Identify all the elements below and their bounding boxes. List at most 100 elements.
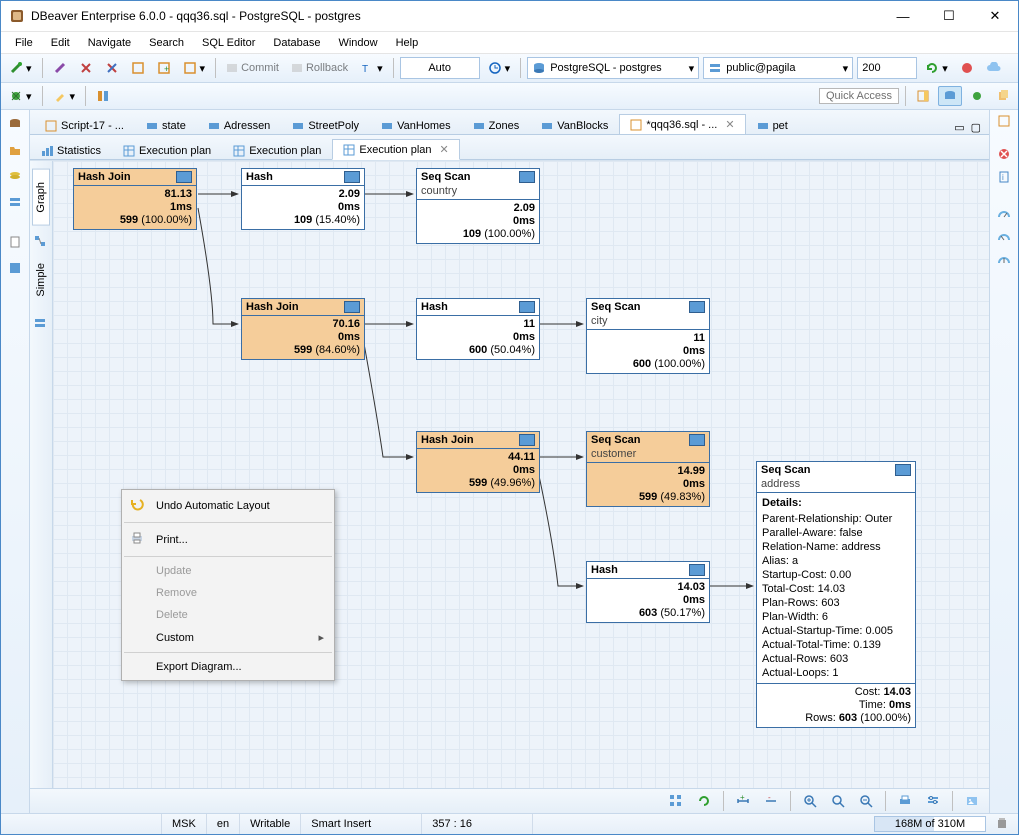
node-hashjoin-1[interactable]: Hash Join 81.131ms599 (100.00%) bbox=[73, 168, 197, 230]
nav-doc-icon[interactable] bbox=[5, 232, 25, 252]
ctx-update: Update bbox=[122, 560, 334, 582]
svg-text:+: + bbox=[164, 64, 169, 74]
commit-button[interactable]: Commit bbox=[222, 60, 283, 76]
nav-db-icon[interactable] bbox=[5, 114, 25, 134]
perspective-db-icon[interactable] bbox=[938, 86, 962, 106]
menu-window[interactable]: Window bbox=[330, 35, 385, 51]
rs-icon-1[interactable] bbox=[997, 114, 1011, 131]
tab-vanblocks[interactable]: VanBlocks bbox=[530, 116, 619, 135]
fit-height-icon[interactable]: - bbox=[760, 792, 782, 810]
rs-info-icon[interactable]: i bbox=[997, 170, 1011, 187]
zoom-in-icon[interactable] bbox=[799, 792, 821, 810]
debug-icon[interactable]: ▾ bbox=[5, 87, 36, 105]
plan-canvas[interactable]: Hash Join 81.131ms599 (100.00%) Hash 2.0… bbox=[53, 161, 989, 788]
node-hash-3[interactable]: Hash 14.030ms603 (50.17%) bbox=[586, 561, 710, 623]
new-connection-icon[interactable]: ▾ bbox=[5, 59, 36, 77]
tab-script-17[interactable]: Script-17 - ... bbox=[34, 116, 135, 135]
fit-width-icon[interactable]: + bbox=[732, 792, 754, 810]
ctx-undo-layout[interactable]: Undo Automatic Layout bbox=[122, 492, 334, 519]
print-diagram-icon[interactable] bbox=[894, 792, 916, 810]
rs-gauge2-icon[interactable] bbox=[997, 230, 1011, 247]
subtab-execplan-2[interactable]: Execution plan bbox=[222, 141, 332, 160]
disconnect-icon[interactable] bbox=[75, 59, 97, 77]
subtab-execplan-1[interactable]: Execution plan bbox=[112, 141, 222, 160]
ctx-print[interactable]: Print... bbox=[122, 526, 334, 553]
quick-access-field[interactable]: Quick Access bbox=[819, 88, 899, 104]
menu-navigate[interactable]: Navigate bbox=[80, 35, 139, 51]
rs-gauge1-icon[interactable] bbox=[997, 207, 1011, 224]
subtab-execplan-active[interactable]: Execution plan✕ bbox=[332, 139, 459, 160]
node-seqscan-city[interactable]: Seq Scan city 110ms600 (100.00%) bbox=[586, 298, 710, 374]
tab-close-icon[interactable]: ✕ bbox=[725, 118, 734, 131]
minimize-button[interactable]: ― bbox=[880, 1, 926, 31]
node-hashjoin-2[interactable]: Hash Join 70.160ms599 (84.60%) bbox=[241, 298, 365, 360]
rs-error-icon[interactable] bbox=[997, 147, 1011, 164]
node-seqscan-address[interactable]: Seq Scan address Details: Parent-Relatio… bbox=[756, 461, 916, 728]
toggle-icon[interactable] bbox=[92, 87, 114, 105]
perspective-debug-icon[interactable] bbox=[966, 87, 988, 105]
export-image-icon[interactable] bbox=[961, 792, 983, 810]
tab-pet[interactable]: pet bbox=[746, 116, 799, 135]
maximize-button[interactable]: ☐ bbox=[926, 1, 972, 31]
gc-icon[interactable] bbox=[996, 816, 1008, 833]
nav-window-icon[interactable] bbox=[5, 258, 25, 278]
schema-combo[interactable]: public@pagila▾ bbox=[703, 57, 853, 79]
node-seqscan-country[interactable]: Seq Scan country 2.090ms109 (100.00%) bbox=[416, 168, 540, 244]
stop-icon[interactable] bbox=[956, 59, 978, 77]
rollback-button[interactable]: Rollback bbox=[287, 60, 352, 76]
node-hashjoin-3[interactable]: Hash Join 44.110ms599 (49.96%) bbox=[416, 431, 540, 493]
perspective-copy-icon[interactable] bbox=[992, 87, 1014, 105]
tx-mode-icon[interactable]: T▾ bbox=[356, 59, 387, 77]
ctx-export-diagram[interactable]: Export Diagram... bbox=[122, 656, 334, 678]
datasource-combo[interactable]: PostgreSQL - postgres▾ bbox=[527, 57, 699, 79]
menu-help[interactable]: Help bbox=[388, 35, 427, 51]
minimize-view-icon[interactable]: ▭ bbox=[954, 121, 964, 134]
ctx-custom[interactable]: Custom▸ bbox=[122, 626, 334, 649]
menu-edit[interactable]: Edit bbox=[43, 35, 78, 51]
tx-log-icon[interactable]: ▾ bbox=[484, 59, 515, 77]
invalidate-icon[interactable] bbox=[101, 59, 123, 77]
zoom-out-icon[interactable] bbox=[855, 792, 877, 810]
tab-adressen[interactable]: Adressen bbox=[197, 116, 281, 135]
settings-icon[interactable] bbox=[922, 792, 944, 810]
context-menu: Undo Automatic Layout Print... Update Re… bbox=[121, 489, 335, 681]
commit-mode-combo[interactable]: Auto bbox=[400, 57, 480, 79]
graph-mode-icon bbox=[33, 234, 49, 250]
nav-projects-icon[interactable] bbox=[5, 140, 25, 160]
tab-streetpoly[interactable]: StreetPoly bbox=[281, 116, 370, 135]
sql-editor-new-icon[interactable]: + bbox=[153, 59, 175, 77]
menu-sql-editor[interactable]: SQL Editor bbox=[194, 35, 263, 51]
subtab-statistics[interactable]: Statistics bbox=[30, 141, 112, 160]
menu-file[interactable]: File bbox=[7, 35, 41, 51]
toggle-grid-icon[interactable] bbox=[665, 792, 687, 810]
maximize-view-icon[interactable]: ▢ bbox=[971, 121, 981, 134]
vtab-simple[interactable]: Simple bbox=[32, 250, 50, 310]
nav-coins-icon[interactable] bbox=[5, 166, 25, 186]
memory-indicator[interactable]: 168M of 310M bbox=[874, 816, 986, 832]
cloud-icon[interactable] bbox=[982, 60, 1006, 76]
tab-state[interactable]: state bbox=[135, 116, 197, 135]
table-icon bbox=[176, 171, 192, 183]
recent-sql-icon[interactable]: ▾ bbox=[179, 59, 210, 77]
tab-zones[interactable]: Zones bbox=[462, 116, 531, 135]
connect-icon[interactable] bbox=[49, 59, 71, 77]
rs-gauge3-icon[interactable] bbox=[997, 253, 1011, 270]
subtab-close-icon[interactable]: ✕ bbox=[440, 143, 449, 156]
refresh-diagram-icon[interactable] bbox=[693, 792, 715, 810]
tab-qqq36[interactable]: *qqq36.sql - ...✕ bbox=[619, 114, 745, 135]
node-hash-1[interactable]: Hash 2.090ms109 (15.40%) bbox=[241, 168, 365, 230]
vtab-graph[interactable]: Graph bbox=[32, 169, 50, 226]
node-hash-2[interactable]: Hash 110ms600 (50.04%) bbox=[416, 298, 540, 360]
perspective-open-icon[interactable] bbox=[912, 87, 934, 105]
menu-database[interactable]: Database bbox=[265, 35, 328, 51]
highlight-icon[interactable]: ▾ bbox=[49, 87, 80, 105]
nav-stack-icon[interactable] bbox=[5, 192, 25, 212]
zoom-reset-icon[interactable] bbox=[827, 792, 849, 810]
sql-editor-icon[interactable] bbox=[127, 59, 149, 77]
node-seqscan-customer[interactable]: Seq Scan customer 14.990ms599 (49.83%) bbox=[586, 431, 710, 507]
tab-vanhomes[interactable]: VanHomes bbox=[370, 116, 462, 135]
menu-search[interactable]: Search bbox=[141, 35, 192, 51]
result-limit-field[interactable]: 200 bbox=[857, 57, 917, 79]
close-button[interactable]: ✕ bbox=[972, 1, 1018, 31]
refresh-icon[interactable]: ▾ bbox=[921, 59, 952, 77]
